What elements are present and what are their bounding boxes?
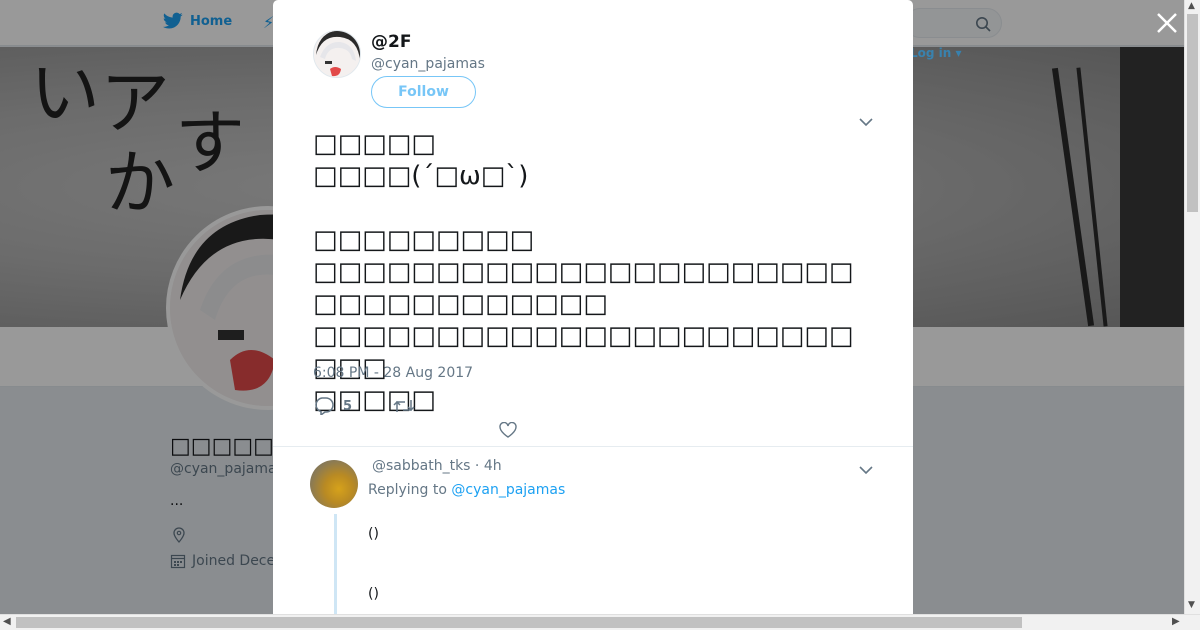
tweet-modal: @2F @cyan_pajamas Follow □□□□□ □□□□(´□ω□… [273, 0, 913, 614]
chevron-down-icon [859, 466, 873, 475]
tweet-author-name[interactable]: @2F [371, 32, 411, 52]
tweet-author-avatar[interactable] [313, 30, 361, 78]
close-icon [1157, 13, 1177, 33]
vertical-scroll-thumb[interactable] [1187, 14, 1198, 212]
reply-author-handle[interactable]: @sabbath_tks · 4h [372, 458, 502, 474]
replying-to: Replying to @cyan_pajamas [368, 482, 565, 498]
reply-icon [315, 397, 334, 415]
close-modal-button[interactable] [1154, 10, 1180, 36]
follow-button[interactable]: Follow [371, 76, 476, 108]
horizontal-scrollbar[interactable]: ◀ ▶ [0, 614, 1200, 630]
thread-line [334, 514, 337, 614]
retweet-icon [393, 400, 415, 412]
login-link[interactable]: Log in ▾ [910, 46, 962, 60]
scroll-right-arrow[interactable]: ▶ [1172, 616, 1180, 627]
reply-text-line: () [368, 586, 379, 602]
avatar-illustration [314, 31, 360, 77]
horizontal-scroll-thumb[interactable] [16, 617, 1022, 628]
tweet-timestamp[interactable]: 6:08 PM - 28 Aug 2017 [313, 365, 473, 381]
reply-button[interactable]: 5 [314, 397, 352, 415]
vertical-scrollbar[interactable]: ▲ ▼ [1184, 0, 1200, 614]
reply-menu-button[interactable] [859, 460, 873, 479]
divider [273, 446, 913, 447]
heart-icon [499, 421, 517, 438]
tweet-author-handle[interactable]: @cyan_pajamas [371, 56, 485, 72]
scroll-left-arrow[interactable]: ◀ [3, 616, 11, 627]
scroll-up-arrow[interactable]: ▲ [1188, 1, 1195, 11]
replying-to-prefix: Replying to [368, 482, 452, 498]
replying-to-link[interactable]: @cyan_pajamas [451, 482, 565, 498]
retweet-button[interactable] [393, 398, 415, 418]
like-button[interactable] [499, 421, 517, 442]
reply-text-line: () [368, 526, 379, 542]
scroll-down-arrow[interactable]: ▼ [1188, 600, 1195, 610]
reply-author-avatar[interactable] [310, 460, 358, 508]
chevron-down-icon [859, 118, 873, 127]
reply-count: 5 [343, 398, 353, 414]
